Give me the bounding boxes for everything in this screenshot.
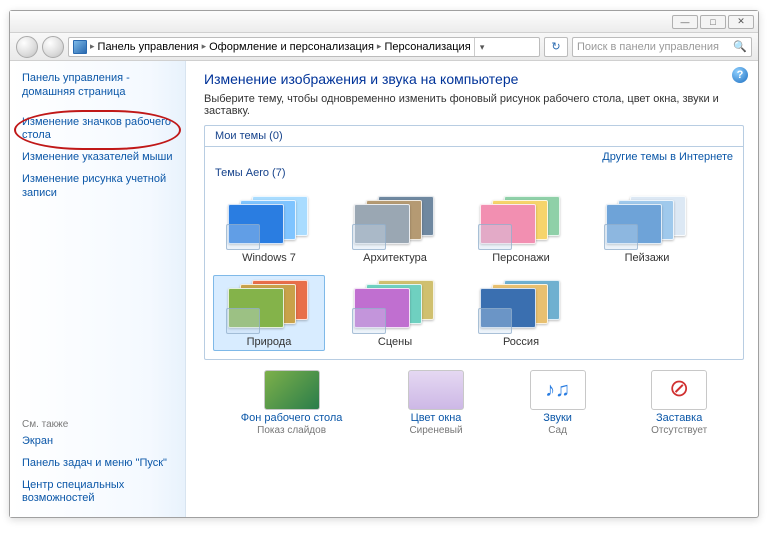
- bottom-icon: ⊘: [651, 370, 707, 410]
- theme-item[interactable]: Windows 7: [213, 191, 325, 267]
- theme-item[interactable]: Россия: [465, 275, 577, 351]
- search-placeholder: Поиск в панели управления: [577, 41, 719, 53]
- search-input[interactable]: Поиск в панели управления 🔍: [572, 37, 752, 57]
- theme-thumbnail: [354, 280, 436, 332]
- theme-label: Россия: [503, 336, 539, 348]
- theme-thumbnail: [480, 196, 562, 248]
- breadcrumb[interactable]: Оформление и персонализация: [209, 41, 374, 53]
- theme-item[interactable]: Пейзажи: [591, 191, 703, 267]
- theme-item[interactable]: Природа: [213, 275, 325, 351]
- help-icon[interactable]: ?: [732, 67, 748, 83]
- close-button[interactable]: ✕: [728, 15, 754, 29]
- breadcrumb[interactable]: Панель управления: [98, 41, 199, 53]
- forward-button[interactable]: [42, 36, 64, 58]
- themes-groupbox: Мои темы (0) Другие темы в Интернете Тем…: [204, 125, 744, 360]
- theme-thumbnail: [228, 280, 310, 332]
- theme-thumbnail: [606, 196, 688, 248]
- bottom-label: Цвет окна: [408, 412, 464, 424]
- theme-item[interactable]: Персонажи: [465, 191, 577, 267]
- sidebar-link-account-picture[interactable]: Изменение рисунка учетной записи: [22, 170, 175, 206]
- body: Панель управления - домашняя страница Из…: [10, 61, 758, 517]
- bottom-item[interactable]: ⊘ Заставка Отсутствует: [651, 370, 707, 436]
- bottom-icon: [264, 370, 320, 410]
- theme-label: Windows 7: [242, 252, 296, 264]
- bottom-icon: [408, 370, 464, 410]
- aero-themes-label: Темы Aero (7): [215, 167, 285, 179]
- theme-item[interactable]: Архитектура: [339, 191, 451, 267]
- bottom-label: Заставка: [651, 412, 707, 424]
- bottom-item[interactable]: Фон рабочего стола Показ слайдов: [241, 370, 343, 436]
- bottom-links: Фон рабочего стола Показ слайдов Цвет ок…: [204, 370, 744, 436]
- theme-label: Природа: [247, 336, 292, 348]
- seealso-link-taskbar[interactable]: Панель задач и меню "Пуск": [22, 454, 175, 476]
- address-dropdown[interactable]: ▾: [474, 38, 490, 56]
- navbar: ▸ Панель управления ▸ Оформление и персо…: [10, 33, 758, 61]
- theme-thumbnail: [354, 196, 436, 248]
- theme-thumbnail: [480, 280, 562, 332]
- chevron-right-icon: ▸: [90, 41, 95, 52]
- bottom-item[interactable]: ♪♫ Звуки Сад: [530, 370, 586, 436]
- control-panel-icon: [73, 40, 87, 54]
- bottom-icon: ♪♫: [530, 370, 586, 410]
- seealso-link-display[interactable]: Экран: [22, 432, 175, 454]
- theme-label: Сцены: [378, 336, 412, 348]
- theme-label: Архитектура: [363, 252, 427, 264]
- bottom-value: Показ слайдов: [257, 425, 326, 436]
- theme-thumbnail: [228, 196, 310, 248]
- bottom-label: Звуки: [530, 412, 586, 424]
- bottom-item[interactable]: Цвет окна Сиреневый: [408, 370, 464, 436]
- bottom-value: Отсутствует: [651, 425, 707, 436]
- page-title: Изменение изображения и звука на компьют…: [204, 71, 744, 87]
- breadcrumb[interactable]: Персонализация: [384, 41, 470, 53]
- titlebar: — □ ✕: [10, 11, 758, 33]
- sidebar-link-desktop-icons[interactable]: Изменение значков рабочего стола: [22, 113, 175, 149]
- bottom-value: Сиреневый: [409, 425, 462, 436]
- sidebar-link-pointers[interactable]: Изменение указателей мыши: [22, 148, 175, 170]
- theme-item[interactable]: Сцены: [339, 275, 451, 351]
- theme-label: Пейзажи: [625, 252, 670, 264]
- main-panel: ? Изменение изображения и звука на компь…: [186, 61, 758, 517]
- theme-label: Персонажи: [492, 252, 550, 264]
- my-themes-label: Мои темы (0): [215, 130, 283, 142]
- chevron-right-icon: ▸: [202, 41, 207, 52]
- search-icon: 🔍: [733, 40, 747, 53]
- more-themes-link[interactable]: Другие темы в Интернете: [602, 151, 733, 163]
- minimize-button[interactable]: —: [672, 15, 698, 29]
- maximize-button[interactable]: □: [700, 15, 726, 29]
- bottom-label: Фон рабочего стола: [241, 412, 343, 424]
- refresh-button[interactable]: ↻: [544, 37, 568, 57]
- sidebar: Панель управления - домашняя страница Из…: [10, 61, 186, 517]
- address-bar[interactable]: ▸ Панель управления ▸ Оформление и персо…: [68, 37, 540, 57]
- bottom-value: Сад: [548, 425, 567, 436]
- chevron-right-icon: ▸: [377, 41, 382, 52]
- themes-list: Windows 7 Архитектура Персонажи Пейзажи …: [213, 183, 735, 351]
- sidebar-home-link[interactable]: Панель управления - домашняя страница: [22, 69, 175, 105]
- seealso-heading: См. также: [22, 419, 175, 430]
- page-subtitle: Выберите тему, чтобы одновременно измени…: [204, 93, 744, 117]
- window: — □ ✕ ▸ Панель управления ▸ Оформление и…: [9, 10, 759, 518]
- back-button[interactable]: [16, 36, 38, 58]
- seealso-link-ease[interactable]: Центр специальных возможностей: [22, 476, 175, 512]
